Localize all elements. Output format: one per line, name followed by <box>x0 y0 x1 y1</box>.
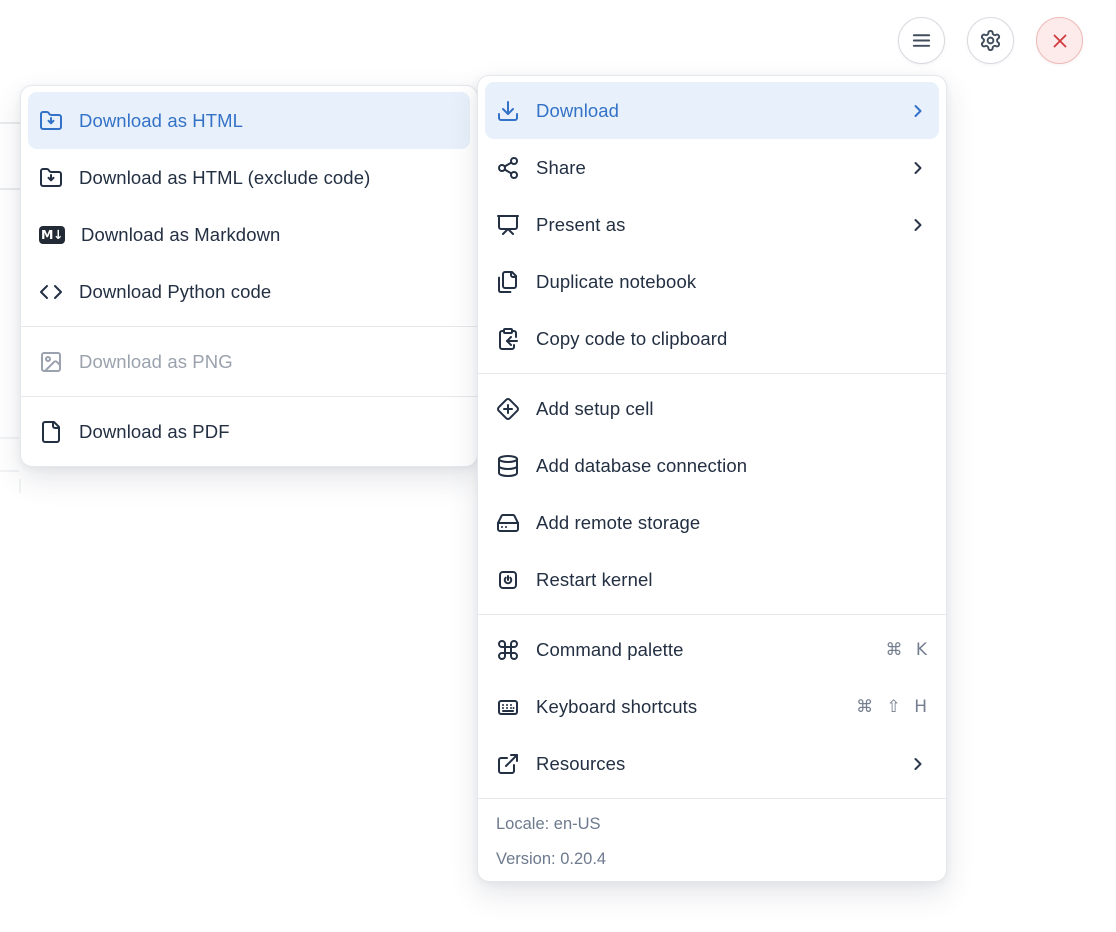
power-square-icon <box>496 568 520 592</box>
menu-item-label: Download <box>536 100 892 122</box>
folder-download-icon <box>39 109 63 133</box>
download-icon <box>496 99 520 123</box>
menu-item-label: Copy code to clipboard <box>536 328 928 350</box>
menu-item-label: Duplicate notebook <box>536 271 928 293</box>
close-icon <box>1049 30 1071 52</box>
locale-text: Locale: en-US <box>496 807 928 842</box>
menu-item-add-remote-storage[interactable]: Add remote storage <box>478 494 946 551</box>
menu-item-download-as-html[interactable]: Download as HTML <box>28 92 470 149</box>
keyboard-icon <box>496 695 520 719</box>
divider <box>478 614 946 615</box>
menu-button[interactable] <box>898 17 945 64</box>
menu-item-label: Download as PDF <box>79 421 459 443</box>
menu-item-command-palette[interactable]: Command palette ⌘ K <box>478 621 946 678</box>
menu-item-add-setup-cell[interactable]: Add setup cell <box>478 380 946 437</box>
menu-item-label: Download Python code <box>79 281 459 303</box>
chevron-right-icon <box>908 158 928 178</box>
menu-item-label: Add database connection <box>536 455 928 477</box>
duplicate-icon <box>496 270 520 294</box>
menu-item-label: Present as <box>536 214 892 236</box>
menu-item-label: Share <box>536 157 892 179</box>
menu-item-label: Download as HTML <box>79 110 459 132</box>
presentation-icon <box>496 213 520 237</box>
menu-item-add-database-connection[interactable]: Add database connection <box>478 437 946 494</box>
menu-footer: Locale: en-US Version: 0.20.4 <box>478 798 946 881</box>
menu-item-download-as-png[interactable]: Download as PNG <box>21 333 477 390</box>
chevron-right-icon <box>908 101 928 121</box>
menu-item-share[interactable]: Share <box>478 139 946 196</box>
share-icon <box>496 156 520 180</box>
code-icon <box>39 280 63 304</box>
menu-item-label: Keyboard shortcuts <box>536 696 840 718</box>
close-button[interactable] <box>1036 17 1083 64</box>
background-column-line <box>19 479 21 493</box>
background-row-line <box>0 437 19 439</box>
divider <box>478 373 946 374</box>
version-text: Version: 0.20.4 <box>496 842 928 877</box>
menu-item-label: Download as HTML (exclude code) <box>79 167 459 189</box>
background-row-line <box>0 122 21 124</box>
menu-item-download-python-code[interactable]: Download Python code <box>21 263 477 320</box>
menu-item-label: Restart kernel <box>536 569 928 591</box>
command-icon <box>496 638 520 662</box>
menu-item-download-as-markdown[interactable]: M↓ Download as Markdown <box>21 206 477 263</box>
menu-item-download[interactable]: Download <box>485 82 939 139</box>
diamond-plus-icon <box>496 397 520 421</box>
clipboard-copy-icon <box>496 327 520 351</box>
menu-item-restart-kernel[interactable]: Restart kernel <box>478 551 946 608</box>
menu-item-label: Download as Markdown <box>81 224 459 246</box>
menu-item-download-as-html-exclude-code[interactable]: Download as HTML (exclude code) <box>21 149 477 206</box>
external-link-icon <box>496 752 520 776</box>
chevron-right-icon <box>908 754 928 774</box>
folder-download-icon <box>39 166 63 190</box>
download-submenu: Download as HTML Download as HTML (exclu… <box>20 85 478 467</box>
settings-button[interactable] <box>967 17 1014 64</box>
menu-item-label: Command palette <box>536 639 869 661</box>
menu-item-present-as[interactable]: Present as <box>478 196 946 253</box>
chevron-right-icon <box>908 215 928 235</box>
menu-item-label: Add remote storage <box>536 512 928 534</box>
shortcut-hint: ⌘ K <box>885 640 928 660</box>
menu-item-duplicate-notebook[interactable]: Duplicate notebook <box>478 253 946 310</box>
menu-item-download-as-pdf[interactable]: Download as PDF <box>21 403 477 460</box>
shortcut-hint: ⌘ ⇧ H <box>856 697 928 717</box>
gear-icon <box>979 29 1002 52</box>
menu-item-label: Add setup cell <box>536 398 928 420</box>
menu-item-resources[interactable]: Resources <box>478 735 946 792</box>
menu-item-label: Resources <box>536 753 892 775</box>
menu-item-copy-code-to-clipboard[interactable]: Copy code to clipboard <box>478 310 946 367</box>
menu-item-keyboard-shortcuts[interactable]: Keyboard shortcuts ⌘ ⇧ H <box>478 678 946 735</box>
divider <box>21 326 477 327</box>
background-row-line <box>0 188 21 190</box>
hamburger-icon <box>910 29 933 52</box>
hard-drive-icon <box>496 511 520 535</box>
notebook-main-menu: Download Share Present as Duplicate note… <box>477 75 947 882</box>
database-icon <box>496 454 520 478</box>
file-icon <box>39 420 63 444</box>
menu-item-label: Download as PNG <box>79 351 459 373</box>
image-icon <box>39 350 63 374</box>
divider <box>21 396 477 397</box>
background-row-line <box>0 470 19 472</box>
markdown-badge-icon: M↓ <box>39 226 65 244</box>
